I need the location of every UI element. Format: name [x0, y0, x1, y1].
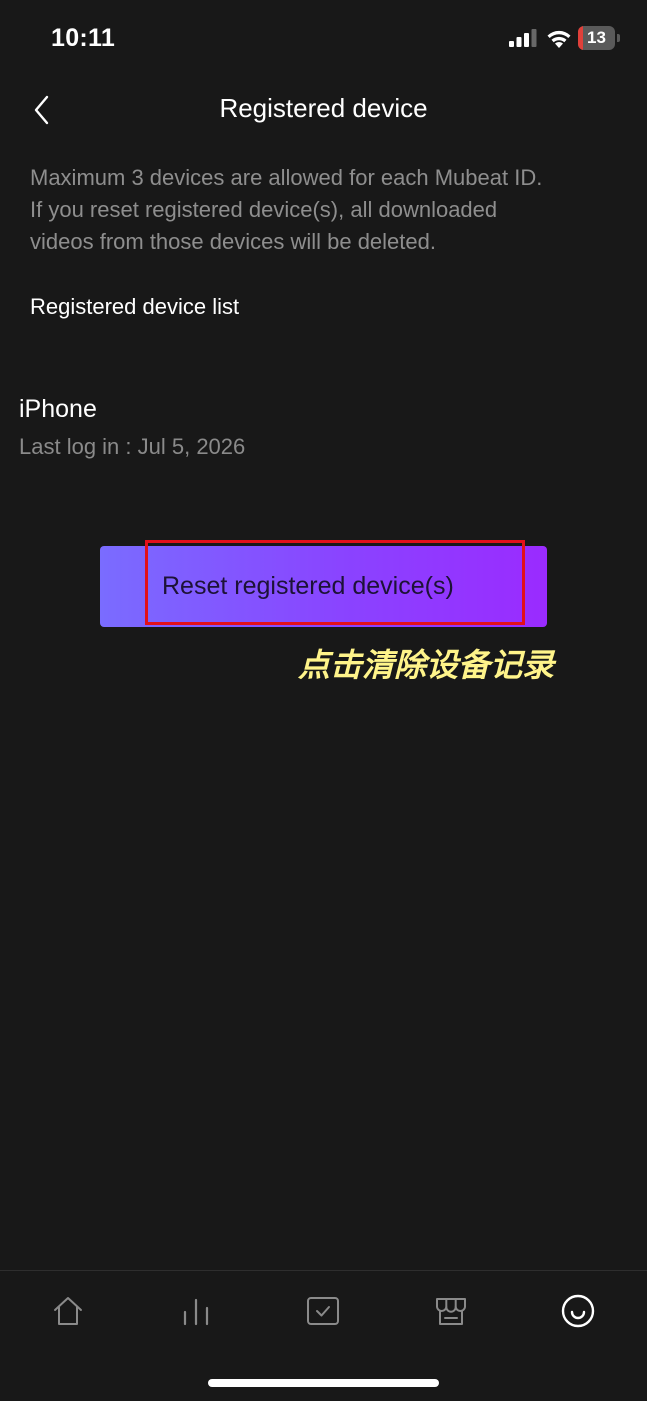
notice-line: If you reset registered device(s), all d…: [30, 197, 498, 222]
reset-button-label: Reset registered device(s): [162, 572, 454, 600]
notice-line: Maximum 3 devices are allowed for each M…: [30, 165, 543, 190]
store-icon: [436, 1298, 466, 1325]
battery-level: 13: [587, 28, 606, 47]
checkbox-icon: [307, 1297, 339, 1325]
annotation-text: 点击清除设备记录: [298, 647, 555, 683]
signal-icon: [509, 29, 537, 47]
notice-line: videos from those devices will be delete…: [30, 229, 436, 254]
tab-my[interactable]: [548, 1289, 608, 1333]
battery-body: 13: [578, 26, 615, 50]
battery-cap: [617, 34, 620, 42]
smiley-icon: [561, 1294, 595, 1328]
nav-bar: Registered device: [0, 80, 647, 140]
battery-icon: 13: [578, 26, 620, 50]
tab-vote[interactable]: [293, 1289, 353, 1333]
bar-chart-icon: [183, 1298, 209, 1326]
device-name: iPhone: [19, 395, 97, 423]
device-limit-notice: Maximum 3 devices are allowed for each M…: [30, 162, 620, 258]
home-indicator[interactable]: [208, 1379, 439, 1387]
tab-store[interactable]: [421, 1289, 481, 1333]
reset-registered-devices-button[interactable]: Reset registered device(s): [100, 546, 547, 627]
tab-home[interactable]: [38, 1289, 98, 1333]
page-title: Registered device: [219, 93, 428, 123]
device-list-title: Registered device list: [30, 294, 240, 319]
tab-chart[interactable]: [166, 1289, 226, 1333]
wifi-icon: [547, 30, 571, 48]
status-time: 10:11: [51, 24, 116, 52]
device-last-login: Last log in : Jul 5, 2026: [19, 434, 246, 459]
status-bar: 10:11 13: [0, 0, 647, 78]
device-list-item: iPhone Last log in : Jul 5, 2026: [19, 392, 619, 462]
home-icon: [54, 1297, 82, 1325]
